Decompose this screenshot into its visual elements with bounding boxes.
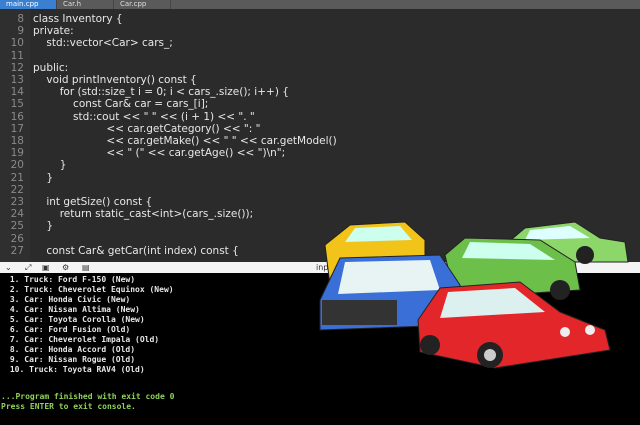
red-car-illustration — [417, 281, 611, 369]
cars-illustration — [319, 221, 629, 369]
